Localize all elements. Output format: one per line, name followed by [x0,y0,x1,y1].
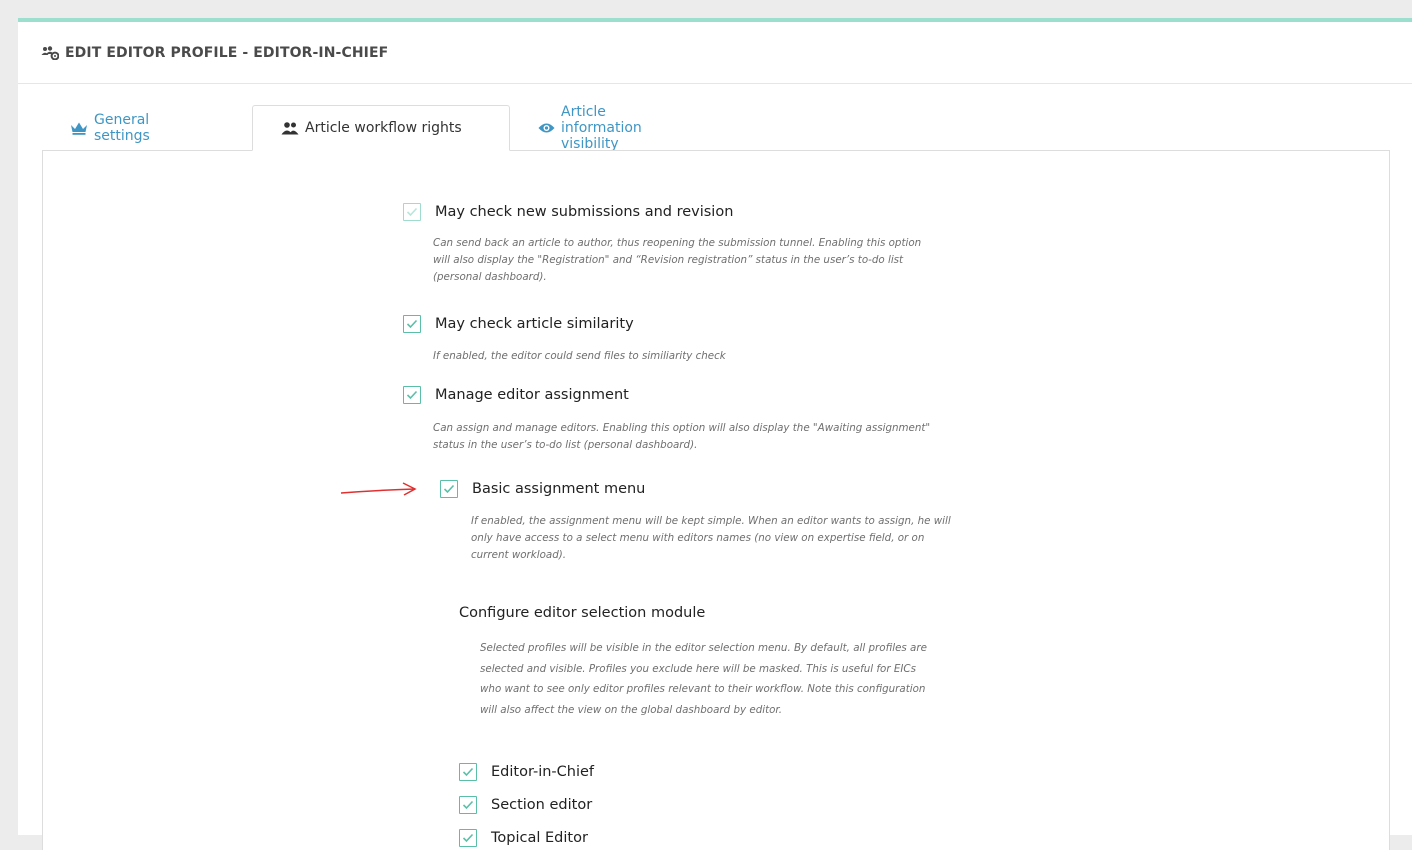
profile-label: Editor-in-Chief [491,764,595,780]
option-basic-assignment-menu[interactable]: Basic assignment menu [440,480,645,498]
edit-profile-panel: EDIT EDITOR PROFILE - EDITOR-IN-CHIEF Ge… [18,18,1412,850]
option-manage-editor-assignment[interactable]: Manage editor assignment [403,386,629,404]
tab-article-information-visibility[interactable]: Article information visibility [538,104,642,152]
checkbox-manage-editor-assignment[interactable] [403,386,421,404]
page-title: EDIT EDITOR PROFILE - EDITOR-IN-CHIEF [65,44,389,61]
option-check-submissions[interactable]: May check new submissions and revision [403,203,733,221]
checkbox-check-similarity[interactable] [403,315,421,333]
checkbox-check-submissions[interactable] [403,203,421,221]
profile-label: Section editor [491,797,593,813]
profile-editor-in-chief[interactable]: Editor-in-Chief [459,763,594,781]
tab-label: Article workflow rights [305,120,462,136]
tab-content-workflow-rights: May check new submissions and revision C… [42,150,1390,850]
profile-label: Topical Editor [491,830,588,846]
selection-module-title: Configure editor selection module [459,605,706,621]
tab-label: General settings [94,112,150,144]
checkbox-section-editor[interactable] [459,796,477,814]
help-text-basic-assignment-menu: If enabled, the assignment menu will be … [471,515,951,561]
eye-icon [538,122,555,134]
tab-general-settings[interactable]: General settings [70,105,150,151]
annotation-arrow [340,482,417,496]
help-text-check-submissions: Can send back an article to author, thus… [433,237,922,283]
help-text-selection-module: Selected profiles will be visible in the… [480,642,927,716]
help-text-check-similarity: If enabled, the editor could send files … [433,350,726,362]
tab-article-workflow-rights[interactable]: Article workflow rights [252,105,510,151]
option-label: Manage editor assignment [435,387,629,403]
option-label: Basic assignment menu [472,481,646,497]
tab-label: Article information visibility [561,104,642,152]
checkbox-basic-assignment-menu[interactable] [440,480,458,498]
profile-section-editor[interactable]: Section editor [459,796,592,814]
users-cog-icon [41,45,59,60]
option-label: May check new submissions and revision [435,204,734,220]
crown-icon [70,121,88,135]
panel-header: EDIT EDITOR PROFILE - EDITOR-IN-CHIEF [18,22,1412,84]
checkbox-editor-in-chief[interactable] [459,763,477,781]
option-label: May check article similarity [435,316,634,332]
profile-topical-editor[interactable]: Topical Editor [459,829,588,847]
option-check-similarity[interactable]: May check article similarity [403,315,634,333]
help-text-manage-editor-assignment: Can assign and manage editors. Enabling … [433,422,931,451]
checkbox-topical-editor[interactable] [459,829,477,847]
users-icon [281,121,299,135]
